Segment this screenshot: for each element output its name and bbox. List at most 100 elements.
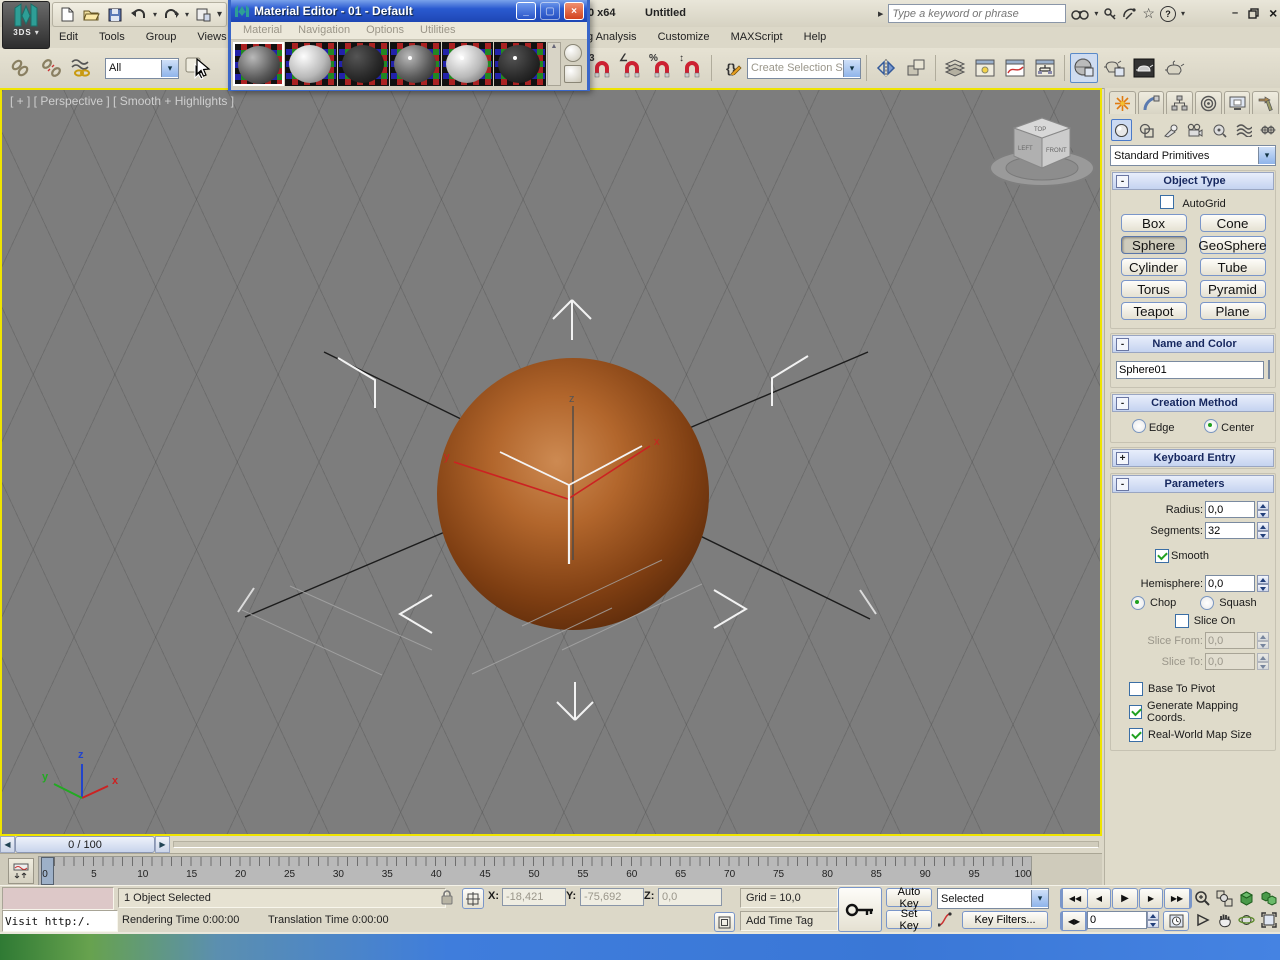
open-file-icon[interactable] <box>81 6 101 24</box>
redo-icon[interactable] <box>161 6 181 24</box>
named-selection-caret[interactable]: ▾ <box>843 59 860 77</box>
squash-radio[interactable] <box>1200 596 1215 610</box>
material-slot-2[interactable] <box>285 42 337 86</box>
material-slots-scrollbar[interactable]: ▲ <box>546 42 562 86</box>
hemisphere-spinner[interactable] <box>1257 575 1269 592</box>
primitive-category-caret[interactable]: ▾ <box>1258 147 1275 164</box>
expand-icon[interactable]: + <box>1116 451 1129 465</box>
material-editor-close-button[interactable]: × <box>564 2 584 20</box>
track-ruler[interactable]: 0 5 10 15 20 25 30 35 40 45 50 55 60 65 70 75 80 85 90 95 10… <box>38 856 1032 886</box>
goto-end-icon[interactable]: ▶▶ <box>1164 888 1192 909</box>
segments-field[interactable] <box>1205 522 1255 539</box>
cylinder-button[interactable]: Cylinder <box>1120 258 1187 276</box>
menu-edit[interactable]: Edit <box>50 27 87 48</box>
project-workspace-icon[interactable] <box>193 6 213 24</box>
goto-start-icon[interactable]: ◀◀ <box>1060 888 1088 909</box>
search-expand-icon[interactable]: ▶ <box>878 10 883 18</box>
category-shapes[interactable] <box>1135 119 1156 141</box>
tab-utilities[interactable] <box>1252 91 1280 114</box>
generate-mapping-checkbox[interactable] <box>1129 705 1143 719</box>
sample-type-icon[interactable] <box>564 44 583 62</box>
chop-radio[interactable] <box>1131 596 1145 610</box>
set-key-button[interactable]: Set Key <box>886 908 932 932</box>
category-helpers[interactable] <box>1209 119 1230 141</box>
plane-button[interactable]: Plane <box>1199 302 1266 320</box>
search-binoculars-icon[interactable] <box>1071 7 1090 21</box>
window-restore-button[interactable] <box>1248 7 1259 19</box>
current-frame-field[interactable] <box>1087 911 1147 929</box>
teapot-button[interactable]: Teapot <box>1120 302 1187 320</box>
set-keys-button[interactable] <box>838 887 882 932</box>
scene-explorer-icon[interactable] <box>971 53 999 83</box>
auto-key-button[interactable]: Auto Key <box>886 886 932 910</box>
autogrid-checkbox[interactable] <box>1160 195 1175 209</box>
object-color-swatch[interactable] <box>1268 360 1270 379</box>
base-to-pivot-checkbox[interactable] <box>1129 682 1143 696</box>
creation-method-header[interactable]: - Creation Method <box>1112 394 1274 412</box>
collapse-icon[interactable]: - <box>1116 477 1129 491</box>
bind-to-space-warp-icon[interactable] <box>68 53 96 83</box>
category-space-warps[interactable] <box>1233 119 1254 141</box>
schematic-view-icon[interactable] <box>1031 53 1059 83</box>
maximize-viewport-toggle-icon[interactable] <box>1258 910 1279 930</box>
material-editor-icon[interactable] <box>1070 53 1098 83</box>
key-filters-button[interactable]: Key Filters... <box>962 911 1048 929</box>
window-minimize-button[interactable]: – <box>1232 7 1238 19</box>
maxscript-mini-listener[interactable]: Visit http:/. <box>2 910 118 932</box>
named-selection-set-dropdown[interactable]: Create Selection Se ▾ <box>747 57 861 79</box>
frame-spinner[interactable] <box>1147 911 1159 928</box>
material-editor-minimize-button[interactable]: _ <box>516 2 536 20</box>
real-world-checkbox[interactable] <box>1129 728 1143 742</box>
me-menu-options[interactable]: Options <box>358 22 412 39</box>
save-file-icon[interactable] <box>105 6 125 24</box>
pan-hand-icon[interactable] <box>1214 910 1235 930</box>
curve-editor-icon[interactable] <box>1001 53 1029 83</box>
application-menu-button[interactable]: 3DS ▾ <box>2 1 50 49</box>
menu-customize[interactable]: Customize <box>649 27 719 48</box>
time-configuration-icon[interactable] <box>1163 911 1189 931</box>
rendered-frame-window-icon[interactable] <box>1130 53 1158 83</box>
category-systems[interactable] <box>1258 119 1279 141</box>
y-coordinate-field[interactable]: -75,692 <box>580 888 644 906</box>
parameters-header[interactable]: - Parameters <box>1112 475 1274 493</box>
previous-frame-icon[interactable]: ◀ <box>1087 888 1111 909</box>
add-time-tag[interactable]: Add Time Tag <box>740 911 838 931</box>
snap-percent-icon[interactable]: % <box>648 53 676 83</box>
zoom-region-icon[interactable] <box>1192 910 1213 930</box>
material-editor-maximize-button[interactable]: ▢ <box>540 2 560 20</box>
new-scene-icon[interactable] <box>57 6 77 24</box>
name-color-header[interactable]: - Name and Color <box>1112 335 1274 353</box>
me-menu-utilities[interactable]: Utilities <box>412 22 463 39</box>
key-mode-toggle-icon[interactable]: ◀▶ <box>1060 911 1088 931</box>
viewcube[interactable]: TOP LEFT FRONT <box>989 117 1095 187</box>
edit-named-selection-sets-icon[interactable]: {} <box>717 53 745 83</box>
tab-modify[interactable] <box>1137 91 1165 114</box>
snap-toggle-3d-icon[interactable]: 3 <box>588 53 616 83</box>
tab-create[interactable] <box>1109 91 1136 114</box>
sphere-button[interactable]: Sphere <box>1120 236 1187 254</box>
object-name-field[interactable] <box>1116 360 1264 379</box>
smooth-checkbox[interactable] <box>1155 549 1170 563</box>
radius-spinner[interactable] <box>1257 501 1269 518</box>
material-slot-4[interactable] <box>389 42 442 86</box>
center-radio[interactable] <box>1204 419 1219 433</box>
zoom-all-icon[interactable] <box>1214 888 1235 908</box>
communication-center-icon[interactable] <box>1122 7 1137 21</box>
primitive-category-dropdown[interactable]: Standard Primitives ▾ <box>1110 145 1276 166</box>
snap-spinner-icon[interactable]: ↕ <box>678 53 706 83</box>
material-slot-6[interactable] <box>494 42 546 86</box>
default-in-out-tangent-icon[interactable] <box>938 912 956 927</box>
collapse-icon[interactable]: - <box>1116 396 1129 410</box>
material-slot-1[interactable] <box>233 42 285 86</box>
mini-curve-editor-button[interactable] <box>8 858 34 884</box>
redo-caret[interactable]: ▾ <box>185 10 189 19</box>
help-icon[interactable]: ? <box>1159 5 1176 22</box>
key-filter-set-caret[interactable]: ▾ <box>1031 890 1048 907</box>
zoom-icon[interactable] <box>1192 888 1213 908</box>
align-icon[interactable] <box>902 53 930 83</box>
radius-field[interactable] <box>1205 501 1255 518</box>
help-caret[interactable]: ▾ <box>1181 9 1185 18</box>
window-close-button[interactable]: × <box>1269 5 1277 21</box>
selection-lock-icon[interactable] <box>440 889 454 905</box>
zoom-extents-all-icon[interactable] <box>1258 888 1279 908</box>
